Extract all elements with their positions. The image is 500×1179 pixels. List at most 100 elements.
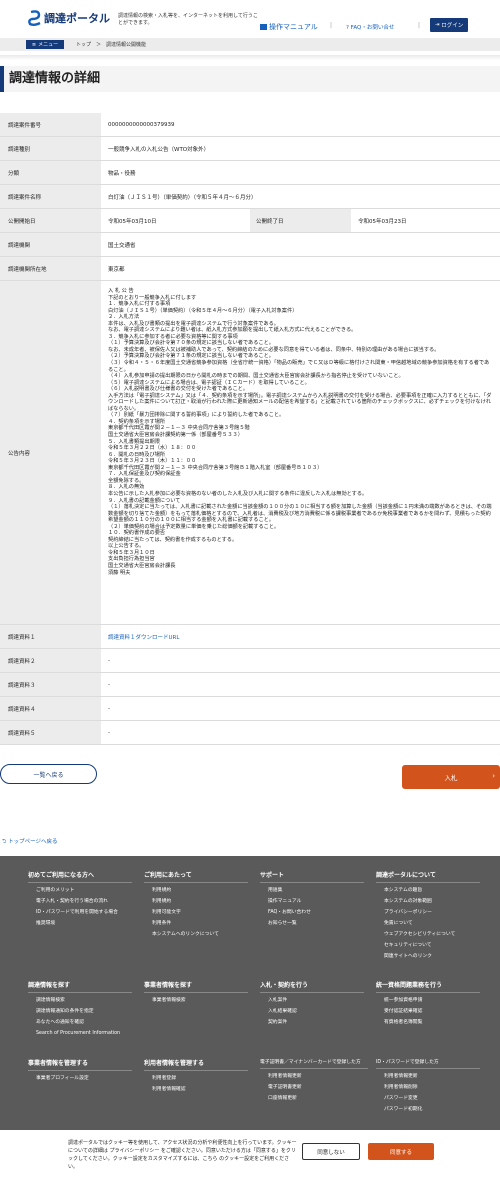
breadcrumb[interactable]: トップ ＞ 調達情報公開機能 [76, 41, 146, 48]
footer-link[interactable]: パスワード変更 [384, 1096, 480, 1102]
footer-link[interactable]: FAQ・お問い合わせ [268, 910, 364, 916]
footer-link[interactable]: プライバシーポリシー [384, 910, 480, 916]
row-value: - [108, 705, 110, 712]
footer-link[interactable]: 入札案件 [268, 998, 364, 1004]
footer-link[interactable]: あなたへの通知を確認 [36, 1020, 132, 1026]
login-label: ログイン [441, 23, 464, 29]
row-value: 白灯油（ＪＩＳ１号）（単価契約）（令和５年４月～６月分） [108, 194, 257, 201]
footer-link[interactable]: ウェブアクセシビリティについて [384, 932, 480, 938]
footer-link[interactable]: ご利用のメリット [36, 888, 132, 894]
row-label: 調達資料５ [0, 721, 101, 744]
footer-link[interactable]: 受付認証結果確認 [384, 1009, 480, 1015]
footer-heading[interactable]: 調達ポータルについて [376, 870, 480, 883]
faq-link[interactable]: ? FAQ・お問い合せ [346, 23, 394, 31]
manual-link[interactable]: 操作マニュアル [260, 22, 318, 32]
footer-link[interactable]: 事業者プロフィール設定 [36, 1076, 132, 1082]
bid-label: 入札 [444, 774, 458, 782]
footer-heading[interactable]: 事業者情報を探す [144, 980, 248, 993]
footer-link[interactable]: パスワード初期化 [384, 1107, 480, 1113]
footer-heading[interactable]: 統一資格問題業務を行う [376, 980, 480, 993]
row-label: 調達案件名称 [0, 185, 101, 208]
footer-link[interactable]: 契約案件 [268, 1020, 364, 1026]
manual-label: 操作マニュアル [269, 23, 318, 31]
footer-link[interactable]: 利用者情報削除 [384, 1085, 480, 1091]
row-label: 調達案件番号 [0, 113, 101, 136]
footer-link[interactable]: 電子証明書更新 [268, 1085, 368, 1091]
menu-label: メニュー [38, 42, 59, 48]
footer-link[interactable]: 利用規約 [152, 899, 248, 905]
footer-link[interactable]: 本システムの趣旨 [384, 888, 480, 894]
footer-link[interactable]: 調達情報通知の条件を指定 [36, 1009, 132, 1015]
row-value: 国土交通省 [108, 242, 136, 249]
header-divider: | [330, 22, 333, 29]
page-title: 調達情報の詳細 [0, 66, 500, 92]
footer-heading[interactable]: 事業者情報を管理する [28, 1058, 132, 1071]
footer-column: 初めてご利用になる方へ ご利用のメリット 電子入札・契約を行う場合の流れ ID・… [28, 870, 132, 932]
row-label: 調達機関 [0, 233, 101, 256]
table-row: 調達種別 一般競争入札の入札公告（WTO対象外） [0, 137, 500, 161]
menu-button[interactable]: ≡ メニュー [26, 40, 64, 49]
row-value: 0000000000000379939 [108, 121, 175, 128]
footer-link[interactable]: ID・パスワードで利用を開始する場合 [36, 910, 132, 916]
footer-column: ご利用にあたって 利用規約 利用規約 利用可能文字 利用条件 本システムへのリン… [144, 870, 248, 943]
footer-link[interactable]: 入札結果確認 [268, 1009, 364, 1015]
row-value: - [108, 657, 110, 664]
table-row: 調達機関所在地 東京都 [0, 257, 500, 281]
row-value: 東京都 [108, 266, 125, 273]
footer-link[interactable]: 推奨環境 [36, 921, 132, 927]
footer-heading[interactable]: 入札・契約を行う [260, 980, 364, 993]
row-label: 調達種別 [0, 137, 101, 160]
footer-heading[interactable]: 利用者情報を管理する [144, 1058, 248, 1071]
footer-link[interactable]: お知らせ一覧 [268, 921, 364, 927]
footer-link[interactable]: 利用者情報確認 [152, 1087, 248, 1093]
footer-heading[interactable]: ご利用にあたって [144, 870, 248, 883]
footer-link[interactable]: 有資格者名簿閲覧 [384, 1020, 480, 1026]
footer-link[interactable]: 操作マニュアル [268, 899, 364, 905]
table-row: 調達案件名称 白灯油（ＪＩＳ１号）（単価契約）（令和５年４月～６月分） [0, 185, 500, 209]
footer-link[interactable]: 統一参加資格申請 [384, 998, 480, 1004]
footer-link[interactable]: 利用者登録 [152, 1076, 248, 1082]
table-row: 調達資料２ - [0, 649, 500, 673]
header-divider: | [418, 22, 421, 29]
footer-link[interactable]: 口座情報更新 [268, 1096, 368, 1102]
site-header: 調達ポータル 調達情報の検索・入札等を、インターネットを利用して行うことができま… [0, 0, 500, 38]
row-label: 調達資料２ [0, 649, 101, 672]
footer-column: 事業者情報を管理する 事業者プロフィール設定 [28, 1058, 132, 1087]
bid-button[interactable]: 入札 › [402, 765, 500, 789]
chevron-right-icon: › [492, 772, 495, 780]
cookie-accept-button[interactable]: 同意する [368, 1143, 434, 1160]
back-to-top-link[interactable]: ⮌ トップページへ戻る [2, 837, 58, 847]
login-button[interactable]: ⇥ ログイン [430, 18, 468, 32]
footer-link[interactable]: 免責について [384, 921, 480, 927]
footer-link[interactable]: 本システムの対象範囲 [384, 899, 480, 905]
row-value: 物品・役務 [108, 170, 136, 177]
table-row: 分類 物品・役務 [0, 161, 500, 185]
footer-column: 利用者情報を管理する 利用者登録 利用者情報確認 [144, 1058, 248, 1098]
document-download-link[interactable]: 調達資料１ダウンロードURL [108, 633, 179, 641]
footer-link[interactable]: 利用可能文字 [152, 910, 248, 916]
footer-link[interactable]: 利用者情報更新 [384, 1074, 480, 1080]
back-to-list-button[interactable]: 一覧へ戻る [0, 764, 97, 784]
footer-link[interactable]: 関連サイトへのリンク [384, 954, 480, 960]
footer-link[interactable]: 電子入札・契約を行う場合の流れ [36, 899, 132, 905]
site-logo[interactable]: 調達ポータル [28, 10, 110, 26]
footer-link[interactable]: Search of Procurement Information [36, 1031, 132, 1037]
footer-link[interactable]: 利用規約 [152, 888, 248, 894]
footer-link[interactable]: 利用者情報更新 [268, 1074, 368, 1080]
footer-heading[interactable]: 調達情報を探す [28, 980, 132, 993]
row-value: 令和05年03月23日 [358, 218, 407, 225]
footer-link[interactable]: 利用条件 [152, 921, 248, 927]
footer-heading[interactable]: 初めてご利用になる方へ [28, 870, 132, 883]
footer-column: 事業者情報を探す 事業者情報検索 [144, 980, 248, 1009]
table-row: 調達資料４ - [0, 697, 500, 721]
cookie-decline-button[interactable]: 同意しない [302, 1143, 360, 1160]
footer-link[interactable]: 本システムへのリンクについて [152, 932, 248, 938]
return-icon: ⮌ [2, 839, 7, 845]
footer-link[interactable]: 事業者情報検索 [152, 998, 248, 1004]
footer-link[interactable]: セキュリティについて [384, 943, 480, 949]
footer-heading[interactable]: サポート [260, 870, 364, 883]
footer-link[interactable]: 用語集 [268, 888, 364, 894]
cookie-message: 調達ポータルではクッキー等を使用して、アクセス状況の分析や利便性向上を行っていま… [68, 1140, 297, 1170]
row-label: 調達機関所在地 [0, 257, 101, 280]
footer-link[interactable]: 調達情報検索 [36, 998, 132, 1004]
